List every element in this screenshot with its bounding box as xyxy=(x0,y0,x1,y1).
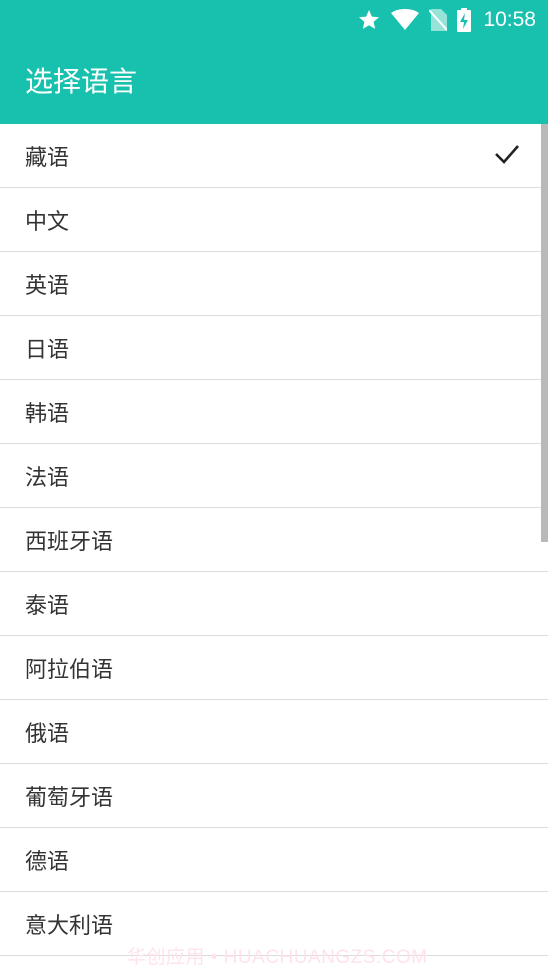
scrollbar[interactable] xyxy=(541,124,548,542)
language-label: 俄语 xyxy=(25,721,70,747)
app-bar: 选择语言 xyxy=(0,40,548,124)
language-item[interactable]: 韩语 xyxy=(0,380,548,444)
language-item[interactable]: 日语 xyxy=(0,316,548,380)
star-icon xyxy=(357,8,381,32)
language-label: 意大利语 xyxy=(25,913,114,939)
language-item[interactable]: 西班牙语 xyxy=(0,508,548,572)
language-label: 阿拉伯语 xyxy=(25,657,114,683)
wifi-icon xyxy=(391,9,420,31)
status-bar: 10:58 xyxy=(0,0,548,40)
language-item[interactable]: 俄语 xyxy=(0,700,548,764)
status-time: 10:58 xyxy=(483,8,536,31)
language-item[interactable]: 藏语 xyxy=(0,124,548,188)
language-item[interactable]: 中文 xyxy=(0,188,548,252)
language-label: 藏语 xyxy=(25,145,70,171)
page-title: 选择语言 xyxy=(25,65,138,98)
language-item[interactable]: 英语 xyxy=(0,252,548,316)
language-label: 中文 xyxy=(25,209,70,235)
battery-charging-icon xyxy=(457,8,472,32)
language-list: 藏语中文英语日语韩语法语西班牙语泰语阿拉伯语俄语葡萄牙语德语意大利语 xyxy=(0,124,548,956)
language-label: 泰语 xyxy=(25,593,70,619)
language-label: 日语 xyxy=(25,337,70,363)
language-label: 德语 xyxy=(25,849,70,875)
language-label: 西班牙语 xyxy=(25,529,114,555)
language-label: 葡萄牙语 xyxy=(25,785,114,811)
language-label: 法语 xyxy=(25,465,70,491)
language-item[interactable]: 法语 xyxy=(0,444,548,508)
language-item[interactable]: 葡萄牙语 xyxy=(0,764,548,828)
no-sim-icon xyxy=(429,9,448,31)
language-item[interactable]: 阿拉伯语 xyxy=(0,636,548,700)
status-icons: 10:58 xyxy=(357,6,536,34)
language-item[interactable]: 泰语 xyxy=(0,572,548,636)
language-label: 英语 xyxy=(25,273,70,299)
watermark: 华创应用 • HUACHUANGZS.COM xyxy=(127,947,428,968)
check-icon xyxy=(494,143,520,169)
language-label: 韩语 xyxy=(25,401,70,427)
language-item[interactable]: 德语 xyxy=(0,828,548,892)
